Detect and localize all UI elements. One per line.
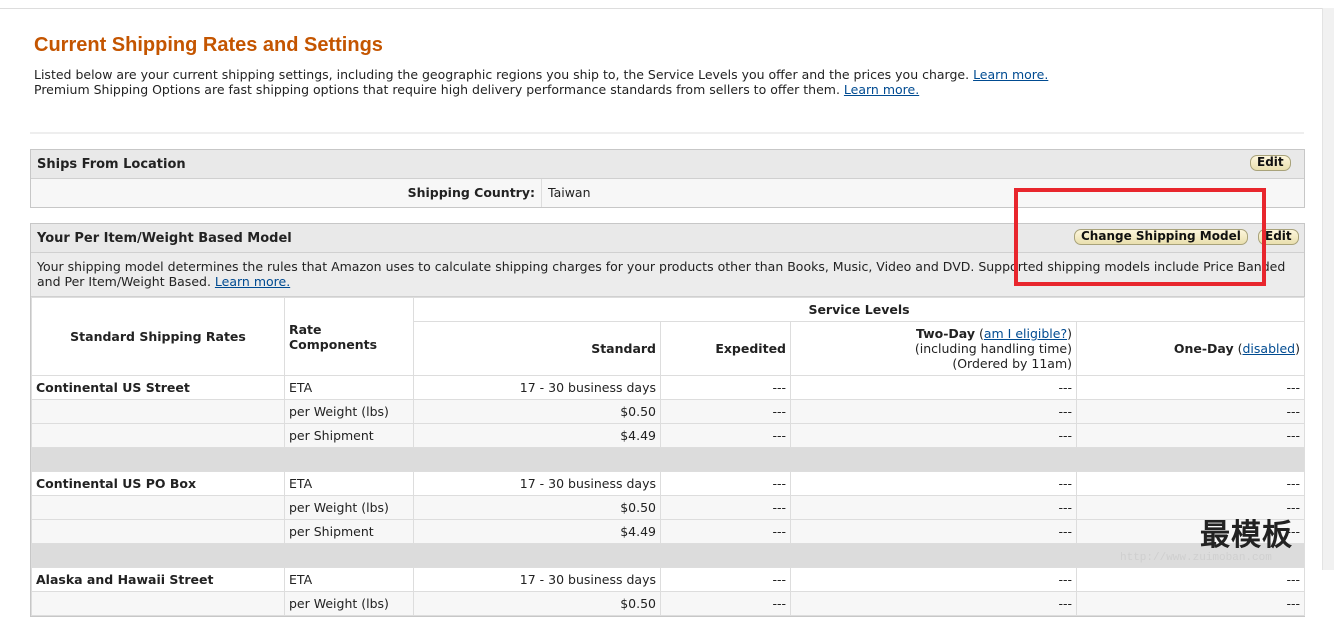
region-name (31, 591, 285, 616)
two-day-note-2: (Ordered by 11am) (952, 356, 1072, 371)
standard-value: 17 - 30 business days (413, 375, 661, 400)
col-two-day: Two-Day (am I eligible?) (including hand… (790, 321, 1077, 376)
standard-value: $0.50 (413, 399, 661, 424)
rate-component: per Shipment (284, 423, 414, 448)
table-row: Alaska and Hawaii Street ETA 17 - 30 bus… (31, 567, 1305, 592)
one-day-value: --- (1076, 591, 1305, 616)
expedited-value: --- (660, 519, 791, 544)
rate-component: ETA (284, 567, 414, 592)
watermark-logo: 最模板 (1200, 518, 1293, 553)
table-row: per Shipment $4.49 --- --- --- (31, 519, 1305, 544)
ships-from-header: Ships From Location Edit (31, 150, 1304, 179)
col-rate-components: Rate Components (284, 297, 414, 376)
region-name: Alaska and Hawaii Street (31, 567, 285, 592)
shipping-rates-table: Standard Shipping Rates Rate Components … (31, 297, 1305, 616)
expedited-value: --- (660, 423, 791, 448)
expedited-value: --- (660, 567, 791, 592)
standard-value: $0.50 (413, 591, 661, 616)
two-day-value: --- (790, 375, 1077, 400)
shipping-model-title: Your Per Item/Weight Based Model (37, 231, 292, 246)
two-day-value: --- (790, 495, 1077, 520)
two-day-label: Two-Day (915, 326, 975, 341)
highlight-annotation-box (1014, 188, 1266, 286)
region-name (31, 519, 285, 544)
table-row: per Shipment $4.49 --- --- --- (31, 423, 1305, 448)
one-day-value: --- (1076, 567, 1305, 592)
group-separator (31, 543, 1305, 568)
description-learn-more-link[interactable]: Learn more. (215, 274, 290, 289)
shipping-country-value: Taiwan (541, 179, 591, 207)
col-standard: Standard (413, 321, 661, 376)
one-day-value: --- (1076, 375, 1305, 400)
standard-value: $0.50 (413, 495, 661, 520)
expedited-value: --- (660, 495, 791, 520)
standard-value: 17 - 30 business days (413, 471, 661, 496)
table-row: Continental US PO Box ETA 17 - 30 busine… (31, 471, 1305, 496)
two-day-value: --- (790, 399, 1077, 424)
intro-line-1: Listed below are your current shipping s… (34, 67, 970, 82)
intro-text: Listed below are your current shipping s… (34, 67, 1234, 97)
standard-value: 17 - 30 business days (413, 567, 661, 592)
one-day-disabled-link[interactable]: disabled (1242, 341, 1295, 356)
two-day-value: --- (790, 591, 1077, 616)
one-day-value: --- (1076, 399, 1305, 424)
intro-line-2: Premium Shipping Options are fast shippi… (34, 82, 840, 97)
two-day-value: --- (790, 423, 1077, 448)
col-one-day: One-Day (disabled) (1076, 321, 1305, 376)
learn-more-link-2[interactable]: Learn more. (844, 82, 919, 97)
learn-more-link-1[interactable]: Learn more. (973, 67, 1048, 82)
expedited-value: --- (660, 591, 791, 616)
region-name: Continental US PO Box (31, 471, 285, 496)
table-row: per Weight (lbs) $0.50 --- --- --- (31, 591, 1305, 616)
page-title: Current Shipping Rates and Settings (34, 34, 383, 56)
ships-from-edit-button[interactable]: Edit (1250, 155, 1291, 171)
two-day-value: --- (790, 567, 1077, 592)
top-border (0, 8, 1334, 9)
table-row: per Weight (lbs) $0.50 --- --- --- (31, 495, 1305, 520)
table-row: per Weight (lbs) $0.50 --- --- --- (31, 399, 1305, 424)
col-expedited: Expedited (660, 321, 791, 376)
standard-value: $4.49 (413, 519, 661, 544)
region-name (31, 399, 285, 424)
watermark-url: http://www.zuimoban.com (1120, 552, 1272, 564)
rate-component: per Weight (lbs) (284, 495, 414, 520)
two-day-eligible-link[interactable]: am I eligible? (984, 326, 1067, 341)
divider (30, 132, 1304, 134)
two-day-value: --- (790, 471, 1077, 496)
table-row: Continental US Street ETA 17 - 30 busine… (31, 375, 1305, 400)
expedited-value: --- (660, 471, 791, 496)
col-standard-shipping-rates: Standard Shipping Rates (31, 297, 285, 376)
scrollbar[interactable] (1322, 8, 1334, 570)
expedited-value: --- (660, 375, 791, 400)
one-day-label: One-Day (1173, 341, 1234, 356)
one-day-value: --- (1076, 423, 1305, 448)
rate-component: ETA (284, 471, 414, 496)
rate-component: per Weight (lbs) (284, 399, 414, 424)
region-name (31, 495, 285, 520)
rate-component: per Shipment (284, 519, 414, 544)
group-separator (31, 447, 1305, 472)
standard-value: $4.49 (413, 423, 661, 448)
two-day-note-1: (including handling time) (914, 341, 1072, 356)
service-levels-header: Service Levels (413, 297, 1305, 322)
ships-from-title: Ships From Location (37, 157, 186, 172)
region-name: Continental US Street (31, 375, 285, 400)
rate-component: per Weight (lbs) (284, 591, 414, 616)
rate-component: ETA (284, 375, 414, 400)
one-day-value: --- (1076, 471, 1305, 496)
shipping-country-label: Shipping Country: (407, 185, 535, 200)
two-day-value: --- (790, 519, 1077, 544)
region-name (31, 423, 285, 448)
expedited-value: --- (660, 399, 791, 424)
